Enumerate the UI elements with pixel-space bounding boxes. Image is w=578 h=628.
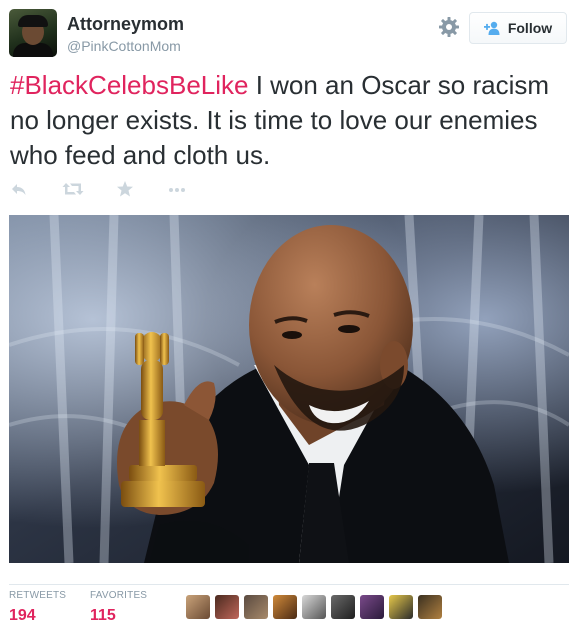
favorites-stat[interactable]: FAVORITES 115 bbox=[90, 590, 147, 625]
tweet-text: #BlackCelebsBeLike I won an Oscar so rac… bbox=[10, 68, 570, 173]
user-handle[interactable]: @PinkCottonMom bbox=[67, 38, 181, 54]
favoriter-avatar[interactable] bbox=[389, 595, 413, 619]
favorite-star-icon[interactable] bbox=[116, 180, 134, 203]
favorites-label: FAVORITES bbox=[90, 590, 148, 601]
favoriter-avatar[interactable] bbox=[418, 595, 442, 619]
avatar-cap bbox=[18, 15, 48, 27]
retweet-icon[interactable] bbox=[62, 180, 84, 203]
favoriter-avatar[interactable] bbox=[273, 595, 297, 619]
favorites-count: 115 bbox=[90, 607, 116, 624]
hashtag-link[interactable]: #BlackCelebsBeLike bbox=[10, 70, 248, 100]
avatar-shirt bbox=[13, 43, 53, 57]
favoriter-avatar[interactable] bbox=[186, 595, 210, 619]
tweet-header: Attorneymom @PinkCottonMom Follow bbox=[0, 0, 578, 70]
tweet-photo[interactable] bbox=[9, 215, 569, 563]
user-avatar[interactable] bbox=[9, 9, 57, 57]
reply-icon[interactable] bbox=[10, 180, 28, 203]
retweets-count: 194 bbox=[9, 607, 36, 624]
retweets-label: RETWEETS bbox=[9, 590, 67, 601]
favoriter-avatar[interactable] bbox=[302, 595, 326, 619]
gear-icon[interactable] bbox=[437, 15, 461, 39]
follow-button-label: Follow bbox=[507, 20, 553, 36]
favoriters-avatars bbox=[186, 595, 446, 619]
add-user-icon bbox=[483, 21, 500, 35]
stats-divider bbox=[9, 584, 569, 585]
user-display-name[interactable]: Attorneymom bbox=[67, 14, 184, 35]
favoriter-avatar[interactable] bbox=[244, 595, 268, 619]
favoriter-avatar[interactable] bbox=[215, 595, 239, 619]
more-icon[interactable] bbox=[167, 180, 187, 203]
favoriter-avatar[interactable] bbox=[331, 595, 355, 619]
oscar-winner-photo bbox=[9, 215, 569, 563]
retweets-stat[interactable]: RETWEETS 194 bbox=[9, 590, 66, 625]
favoriter-avatar[interactable] bbox=[360, 595, 384, 619]
tweet-actions bbox=[10, 180, 210, 204]
follow-button[interactable]: Follow bbox=[469, 12, 567, 44]
